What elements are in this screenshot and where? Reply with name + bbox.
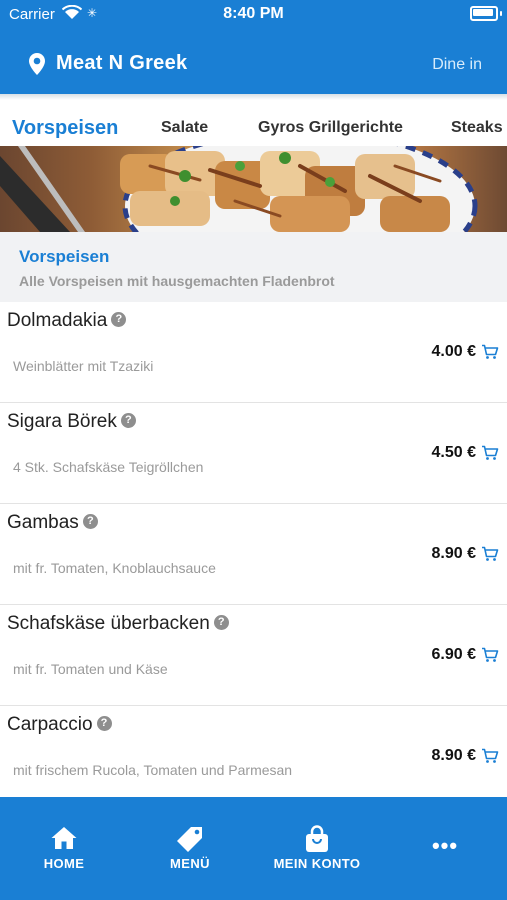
category-subtitle: Alle Vorspeisen mit hausgemachten Fladen… — [19, 273, 335, 289]
category-banner-image — [0, 146, 507, 232]
menu-item-list: Dolmadakia? Weinblätter mit Tzaziki 4.00… — [0, 302, 507, 807]
status-bar: Carrier ✳ 8:40 PM — [0, 0, 507, 30]
app-header: Meat N Greek Dine in — [0, 30, 507, 94]
item-price: 4.50 € — [431, 444, 476, 461]
menu-item[interactable]: Gambas? mit fr. Tomaten, Knoblauchsauce … — [0, 504, 507, 605]
menu-item[interactable]: Sigara Börek? 4 Stk. Schafskäse Teigröll… — [0, 403, 507, 504]
item-description: mit frischem Rucola, Tomaten und Parmesa… — [13, 762, 293, 778]
battery-tip — [500, 11, 502, 16]
nav-menu-label: MENÜ — [170, 856, 210, 871]
menu-item[interactable]: Schafskäse überbacken? mit fr. Tomaten u… — [0, 605, 507, 706]
nav-account[interactable]: MEIN KONTO — [265, 797, 369, 900]
nav-account-label: MEIN KONTO — [273, 856, 361, 871]
info-icon[interactable]: ? — [213, 615, 229, 630]
nav-home[interactable]: HOME — [19, 797, 109, 900]
info-icon[interactable]: ? — [96, 716, 112, 731]
item-price: 8.90 € — [431, 747, 476, 764]
item-name-row: Dolmadakia? — [7, 310, 127, 332]
add-to-cart-icon[interactable] — [481, 344, 499, 365]
more-icon: ••• — [431, 833, 459, 858]
item-description: 4 Stk. Schafskäse Teigröllchen — [13, 459, 204, 475]
add-to-cart-icon[interactable] — [481, 748, 499, 769]
tag-icon — [175, 825, 205, 858]
info-icon[interactable]: ? — [111, 312, 127, 327]
item-name: Dolmadakia — [7, 310, 108, 331]
item-name: Gambas — [7, 512, 79, 533]
item-name-row: Sigara Börek? — [7, 411, 136, 433]
menu-item[interactable]: Dolmadakia? Weinblätter mit Tzaziki 4.00… — [0, 302, 507, 403]
item-name: Carpaccio — [7, 714, 93, 735]
item-name: Schafskäse überbacken — [7, 613, 210, 634]
shopping-bag-icon — [304, 825, 330, 858]
bottom-navigation: HOME MENÜ MEIN KONTO ••• — [0, 797, 507, 900]
home-icon — [50, 825, 78, 856]
tab-gyros-grillgerichte[interactable]: Gyros Grillgerichte — [258, 119, 403, 137]
store-name[interactable]: Meat N Greek — [56, 52, 187, 75]
item-name: Sigara Börek — [7, 411, 117, 432]
tab-steaks[interactable]: Steaks — [451, 119, 503, 137]
tab-vorspeisen[interactable]: Vorspeisen — [12, 117, 118, 140]
dine-in-button[interactable]: Dine in — [432, 56, 482, 74]
nav-menu[interactable]: MENÜ — [145, 797, 235, 900]
item-description: Weinblätter mit Tzaziki — [13, 358, 154, 374]
location-pin-icon[interactable] — [28, 52, 46, 81]
item-name-row: Carpaccio? — [7, 714, 112, 736]
item-description: mit fr. Tomaten, Knoblauchsauce — [13, 560, 216, 576]
item-name-row: Schafskäse überbacken? — [7, 613, 229, 635]
info-icon[interactable]: ? — [120, 413, 136, 428]
add-to-cart-icon[interactable] — [481, 647, 499, 668]
item-name-row: Gambas? — [7, 512, 98, 534]
status-time: 8:40 PM — [223, 5, 284, 22]
item-description: mit fr. Tomaten und Käse — [13, 661, 168, 677]
tab-salate[interactable]: Salate — [161, 119, 208, 137]
item-price: 6.90 € — [431, 646, 476, 663]
category-tabs: Vorspeisen Salate Gyros Grillgerichte St… — [0, 100, 507, 146]
category-title: Vorspeisen — [19, 247, 110, 266]
item-price: 4.00 € — [431, 343, 476, 360]
info-icon[interactable]: ? — [82, 514, 98, 529]
top-bar: Carrier ✳ 8:40 PM Meat N Greek Dine in — [0, 0, 507, 94]
item-price: 8.90 € — [431, 545, 476, 562]
battery-icon — [470, 6, 498, 21]
add-to-cart-icon[interactable] — [481, 546, 499, 567]
nav-more[interactable]: ••• — [410, 797, 480, 900]
category-header: Vorspeisen Alle Vorspeisen mit hausgemac… — [0, 232, 507, 302]
add-to-cart-icon[interactable] — [481, 445, 499, 466]
menu-item[interactable]: Carpaccio? mit frischem Rucola, Tomaten … — [0, 706, 507, 807]
nav-home-label: HOME — [43, 856, 85, 871]
